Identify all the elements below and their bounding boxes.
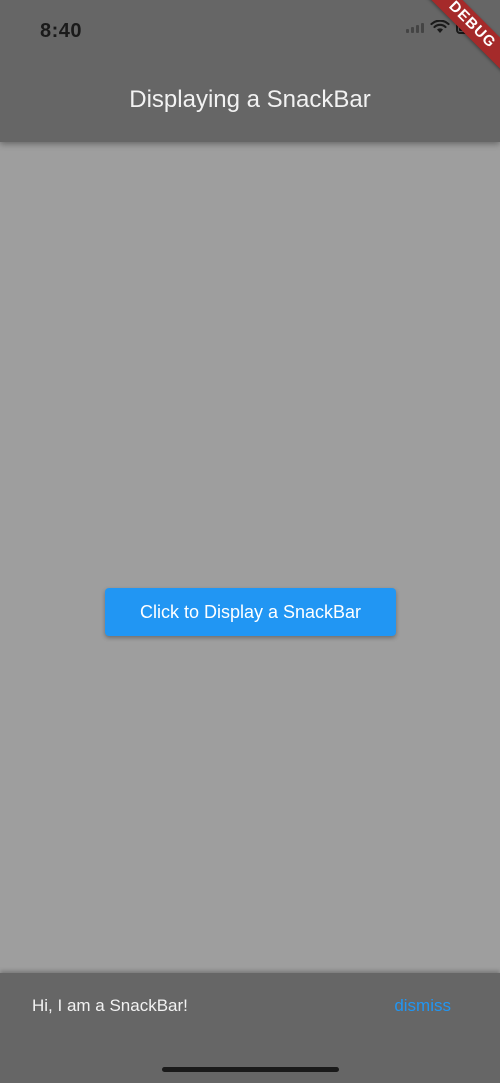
app-bar: 8:40 Displaying a SnackBar [0,0,500,142]
app-bar-title: Displaying a SnackBar [129,86,371,113]
snackbar-message: Hi, I am a SnackBar! [32,996,188,1015]
status-bar: 8:40 [0,0,500,60]
dismiss-button[interactable]: dismiss [394,996,451,1016]
status-time: 8:40 [40,20,83,42]
display-snackbar-button[interactable]: Click to Display a SnackBar [105,588,396,636]
wifi-icon [430,20,450,33]
home-indicator[interactable] [162,1067,339,1072]
cellular-signal-icon [406,21,424,33]
snackbar: Hi, I am a SnackBar! dismiss [0,973,500,1083]
